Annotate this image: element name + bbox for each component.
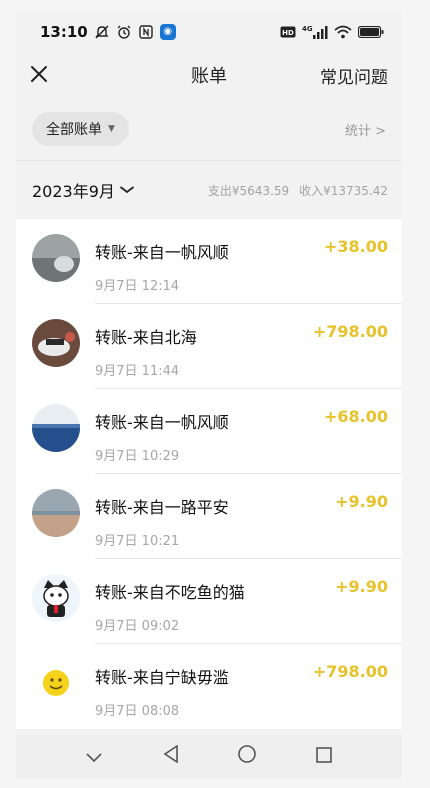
svg-text:HD: HD [282,29,294,37]
statistics-link[interactable]: 统计 > [345,120,386,139]
recents-button[interactable] [304,744,344,768]
avatar [32,319,80,367]
avatar [32,659,80,707]
home-button[interactable] [227,744,267,768]
alarm-icon [116,24,132,40]
back-button[interactable] [151,744,191,768]
mute-icon [94,24,110,40]
month-totals: 支出¥5643.59 收入¥13735.42 [208,182,388,199]
income-total: 收入¥13735.42 [299,183,388,198]
transaction-amount: +798.00 [312,322,388,341]
transaction-amount: +38.00 [323,237,388,256]
close-icon [31,66,47,82]
svg-text:4G: 4G [302,25,313,33]
close-button[interactable] [30,60,60,90]
phone-screen: 13:10 ◉ HD 4G 账单 常见问题 全部账单 ▼ 统计 > 2023年9… [16,12,402,778]
transaction-title: 转账-来自一帆风顺 [95,243,229,262]
transaction-time: 9月7日 10:21 [95,534,180,549]
transaction-title: 转账-来自不吃鱼的猫 [95,583,245,602]
transaction-amount: +9.90 [335,577,388,596]
nfc-icon [138,24,154,40]
cellular-signal-icon: 4G [302,24,328,40]
month-label: 2023年9月 [32,182,115,201]
transaction-list: 转账-来自一帆风顺 9月7日 12:14 +38.00 转账-来自北海 9月7日… [16,219,402,729]
transaction-time: 9月7日 08:08 [95,704,180,719]
transaction-row[interactable]: 转账-来自宁缺毋滥 9月7日 08:08 +798.00 [16,644,402,729]
filter-chip-label: 全部账单 [46,122,102,138]
transaction-time: 9月7日 12:14 [95,279,180,294]
chevron-down-icon [119,183,135,197]
battery-icon [358,26,384,38]
expense-total: 支出¥5643.59 [207,183,290,198]
transaction-title: 转账-来自宁缺毋滥 [95,668,229,687]
all-bills-filter-button[interactable]: 全部账单 ▼ [32,112,129,146]
transaction-title: 转账-来自一路平安 [95,498,229,517]
back-triangle-icon [163,744,178,764]
avatar [32,234,80,282]
avatar [32,404,80,452]
home-circle-icon [238,745,257,763]
month-selector[interactable]: 2023年9月 [32,178,135,202]
transaction-row[interactable]: 转账-来自一路平安 9月7日 10:21 +9.90 [16,474,402,559]
transaction-row[interactable]: 转账-来自一帆风顺 9月7日 10:29 +68.00 [16,389,402,474]
avatar [32,489,80,537]
month-summary-bar: 2023年9月 支出¥5643.59 收入¥13735.42 [16,161,402,219]
status-bar: 13:10 ◉ HD 4G [16,12,402,52]
transaction-time: 9月7日 11:44 [95,364,180,379]
wifi-icon [334,25,352,39]
hd-icon: HD [280,26,296,38]
collapse-button[interactable] [74,744,114,768]
transaction-amount: +9.90 [335,492,388,511]
system-navigation-bar [16,734,402,778]
transaction-row[interactable]: 转账-来自不吃鱼的猫 9月7日 09:02 +9.90 [16,559,402,644]
transaction-row[interactable]: 转账-来自一帆风顺 9月7日 12:14 +38.00 [16,219,402,304]
chevron-down-icon [86,753,102,763]
top-nav-bar: 账单 常见问题 [16,52,402,98]
faq-link[interactable]: 常见问题 [320,63,388,88]
app-notification-icon: ◉ [159,24,176,40]
transaction-amount: +798.00 [312,662,388,681]
transaction-time: 9月7日 10:29 [95,449,180,464]
filter-bar: 全部账单 ▼ 统计 > [16,98,402,161]
transaction-title: 转账-来自北海 [95,328,197,347]
transaction-title: 转账-来自一帆风顺 [95,413,229,432]
avatar [32,574,80,622]
dropdown-triangle-icon: ▼ [108,124,115,134]
transaction-amount: +68.00 [323,407,388,426]
status-time: 13:10 [40,23,88,41]
recents-square-icon [315,747,332,763]
transaction-time: 9月7日 09:02 [95,619,180,634]
transaction-row[interactable]: 转账-来自北海 9月7日 11:44 +798.00 [16,304,402,389]
